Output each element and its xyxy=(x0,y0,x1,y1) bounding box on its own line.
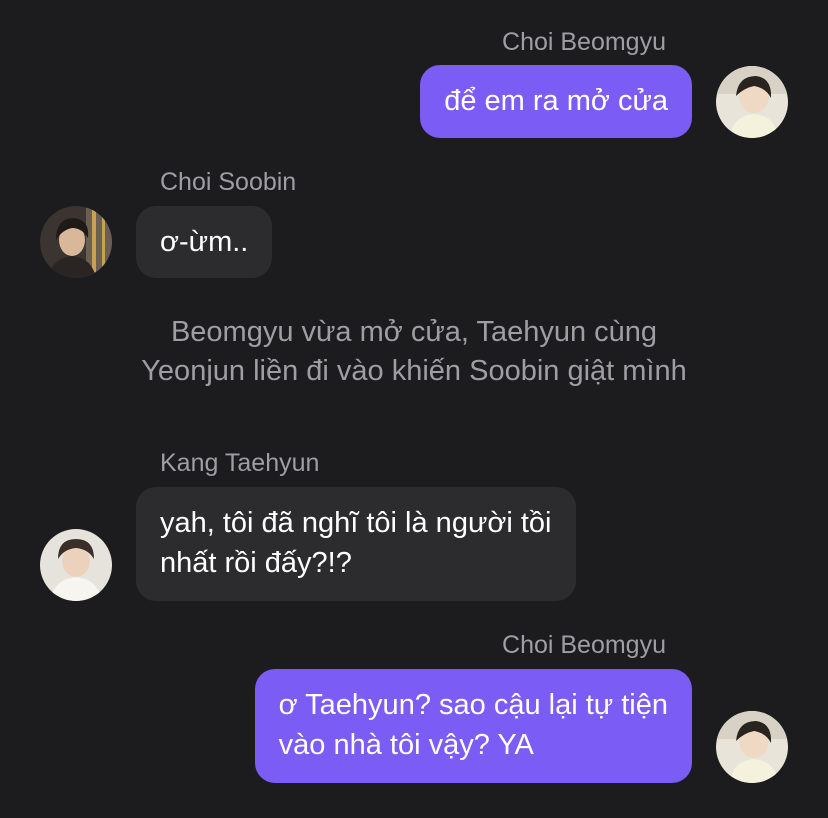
sender-name: Kang Taehyun xyxy=(160,449,320,477)
sender-name: Choi Beomgyu xyxy=(502,631,666,659)
narration-line: Beomgyu vừa mở cửa, Taehyun cùng xyxy=(170,316,658,348)
message-bubble[interactable]: ơ Taehyun? sao cậu lại tự tiện vào nhà t… xyxy=(254,669,692,783)
message-text: nhất rồi đấy?!? xyxy=(160,547,352,579)
message-bubble[interactable]: ơ-ừm.. xyxy=(136,206,273,278)
message-text: ơ Taehyun? sao cậu lại tự tiện xyxy=(278,689,668,721)
message-text: vào nhà tôi vậy? YA xyxy=(278,729,534,761)
message-text: ơ-ừm.. xyxy=(160,226,249,258)
avatar-soobin[interactable] xyxy=(40,206,112,278)
message-bubble[interactable]: để em ra mở cửa xyxy=(420,65,692,138)
message-text: để em ra mở cửa xyxy=(444,85,668,117)
avatar-beomgyu[interactable] xyxy=(716,66,788,138)
narration-text: Beomgyu vừa mở cửa, Taehyun cùng Yeonjun… xyxy=(0,313,828,391)
avatar-taehyun[interactable] xyxy=(40,529,112,601)
narration-line: Yeonjun liền đi vào khiến Soobin giật mì… xyxy=(141,355,687,387)
message-text: yah, tôi đã nghĩ tôi là người tồi xyxy=(160,507,552,539)
message-bubble[interactable]: yah, tôi đã nghĩ tôi là người tồi nhất r… xyxy=(136,487,576,601)
sender-name: Choi Soobin xyxy=(160,168,297,196)
sender-name: Choi Beomgyu xyxy=(502,28,666,56)
avatar-beomgyu[interactable] xyxy=(716,711,788,783)
